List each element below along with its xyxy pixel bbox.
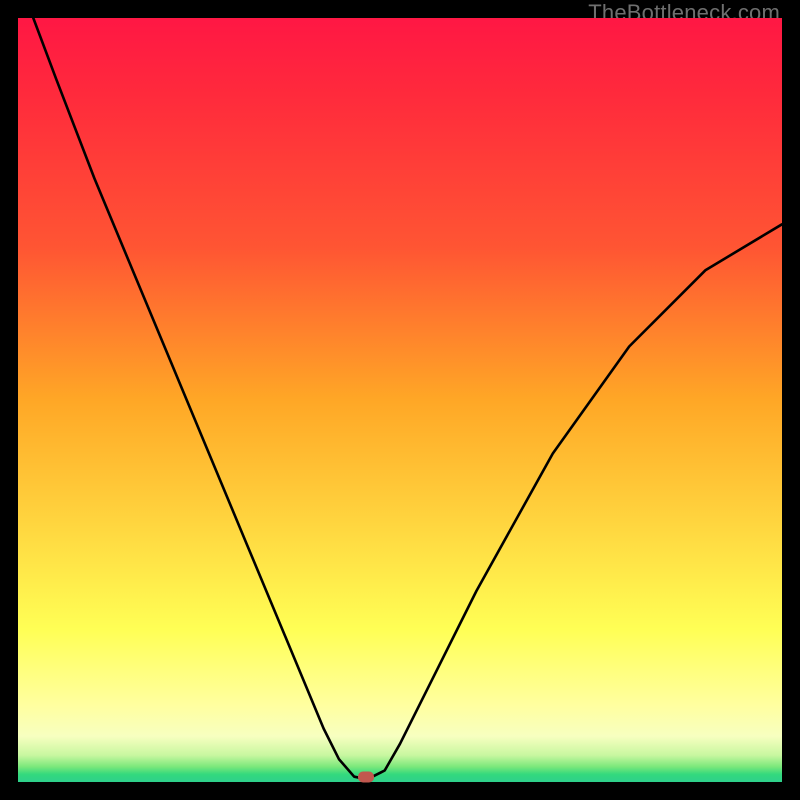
bottleneck-curve xyxy=(18,18,782,782)
optimal-marker xyxy=(358,771,374,782)
curve-path xyxy=(33,18,782,778)
chart-frame: TheBottleneck.com xyxy=(0,0,800,800)
plot-area xyxy=(18,18,782,782)
